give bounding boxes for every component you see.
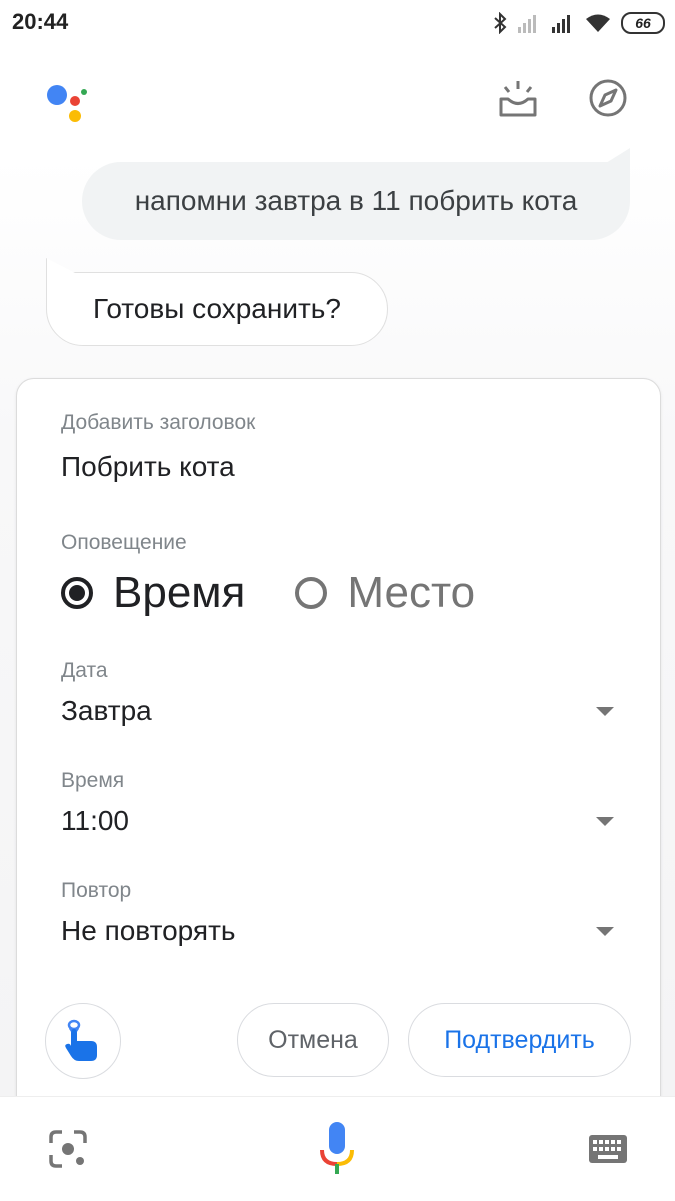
date-dropdown[interactable]: Завтра xyxy=(61,695,152,727)
notify-options: Время Место xyxy=(61,567,475,619)
bottom-bar xyxy=(0,1096,675,1201)
title-field[interactable]: Побрить кота xyxy=(61,451,235,483)
battery-level: 66 xyxy=(635,15,651,31)
pointing-hand-icon xyxy=(65,1019,97,1061)
signal-icon xyxy=(552,15,570,33)
explore-button[interactable] xyxy=(584,74,632,122)
time-dropdown[interactable]: 11:00 xyxy=(61,805,129,837)
notify-label: Оповещение xyxy=(61,531,187,554)
radio-option-time[interactable]: Время xyxy=(61,568,245,618)
repeat-label: Повтор xyxy=(61,879,132,902)
chevron-down-icon[interactable] xyxy=(596,927,614,936)
time-label: Время xyxy=(61,769,125,792)
explore-icon xyxy=(589,79,627,117)
user-message-text: напомни завтра в 11 побрить кота xyxy=(134,185,578,216)
radio-checked-icon xyxy=(61,577,93,609)
radio-option-place[interactable]: Место xyxy=(295,568,475,618)
assistant-header xyxy=(0,46,675,156)
radio-label-time: Время xyxy=(113,568,246,617)
keyboard-button[interactable] xyxy=(584,1125,632,1173)
status-icons: 66 xyxy=(493,9,665,37)
mic-button[interactable] xyxy=(313,1119,361,1179)
title-label: Добавить заголовок xyxy=(61,411,256,434)
reminder-app-button[interactable] xyxy=(45,1003,121,1079)
user-message-bubble: напомни завтра в 11 побрить кота xyxy=(82,162,630,240)
confirm-button[interactable]: Подтвердить xyxy=(408,1003,631,1077)
assistant-message-bubble: Готовы сохранить? xyxy=(46,272,388,346)
assistant-message-text: Готовы сохранить? xyxy=(93,293,341,324)
snapshot-button[interactable] xyxy=(494,74,542,122)
bluetooth-icon xyxy=(494,12,507,34)
lens-button[interactable] xyxy=(44,1125,92,1173)
mic-icon xyxy=(320,1122,354,1174)
radio-unchecked-icon xyxy=(295,577,328,609)
status-bar: 20:44 66 xyxy=(0,0,675,46)
google-assistant-logo xyxy=(47,85,87,122)
wifi-icon xyxy=(586,14,610,32)
date-label: Дата xyxy=(61,659,108,682)
keyboard-icon xyxy=(589,1135,627,1163)
radio-label-place: Место xyxy=(347,568,476,617)
cancel-button[interactable]: Отмена xyxy=(237,1003,389,1077)
chevron-down-icon[interactable] xyxy=(596,817,614,826)
chevron-down-icon[interactable] xyxy=(596,707,614,716)
repeat-dropdown[interactable]: Не повторять xyxy=(61,915,235,947)
reminder-card: Добавить заголовок Побрить кота Оповещен… xyxy=(16,378,661,1120)
lens-icon xyxy=(49,1130,87,1168)
battery-icon: 66 xyxy=(621,12,665,34)
snapshot-icon xyxy=(499,81,537,117)
status-time: 20:44 xyxy=(12,9,69,34)
signal-icon xyxy=(518,15,536,33)
